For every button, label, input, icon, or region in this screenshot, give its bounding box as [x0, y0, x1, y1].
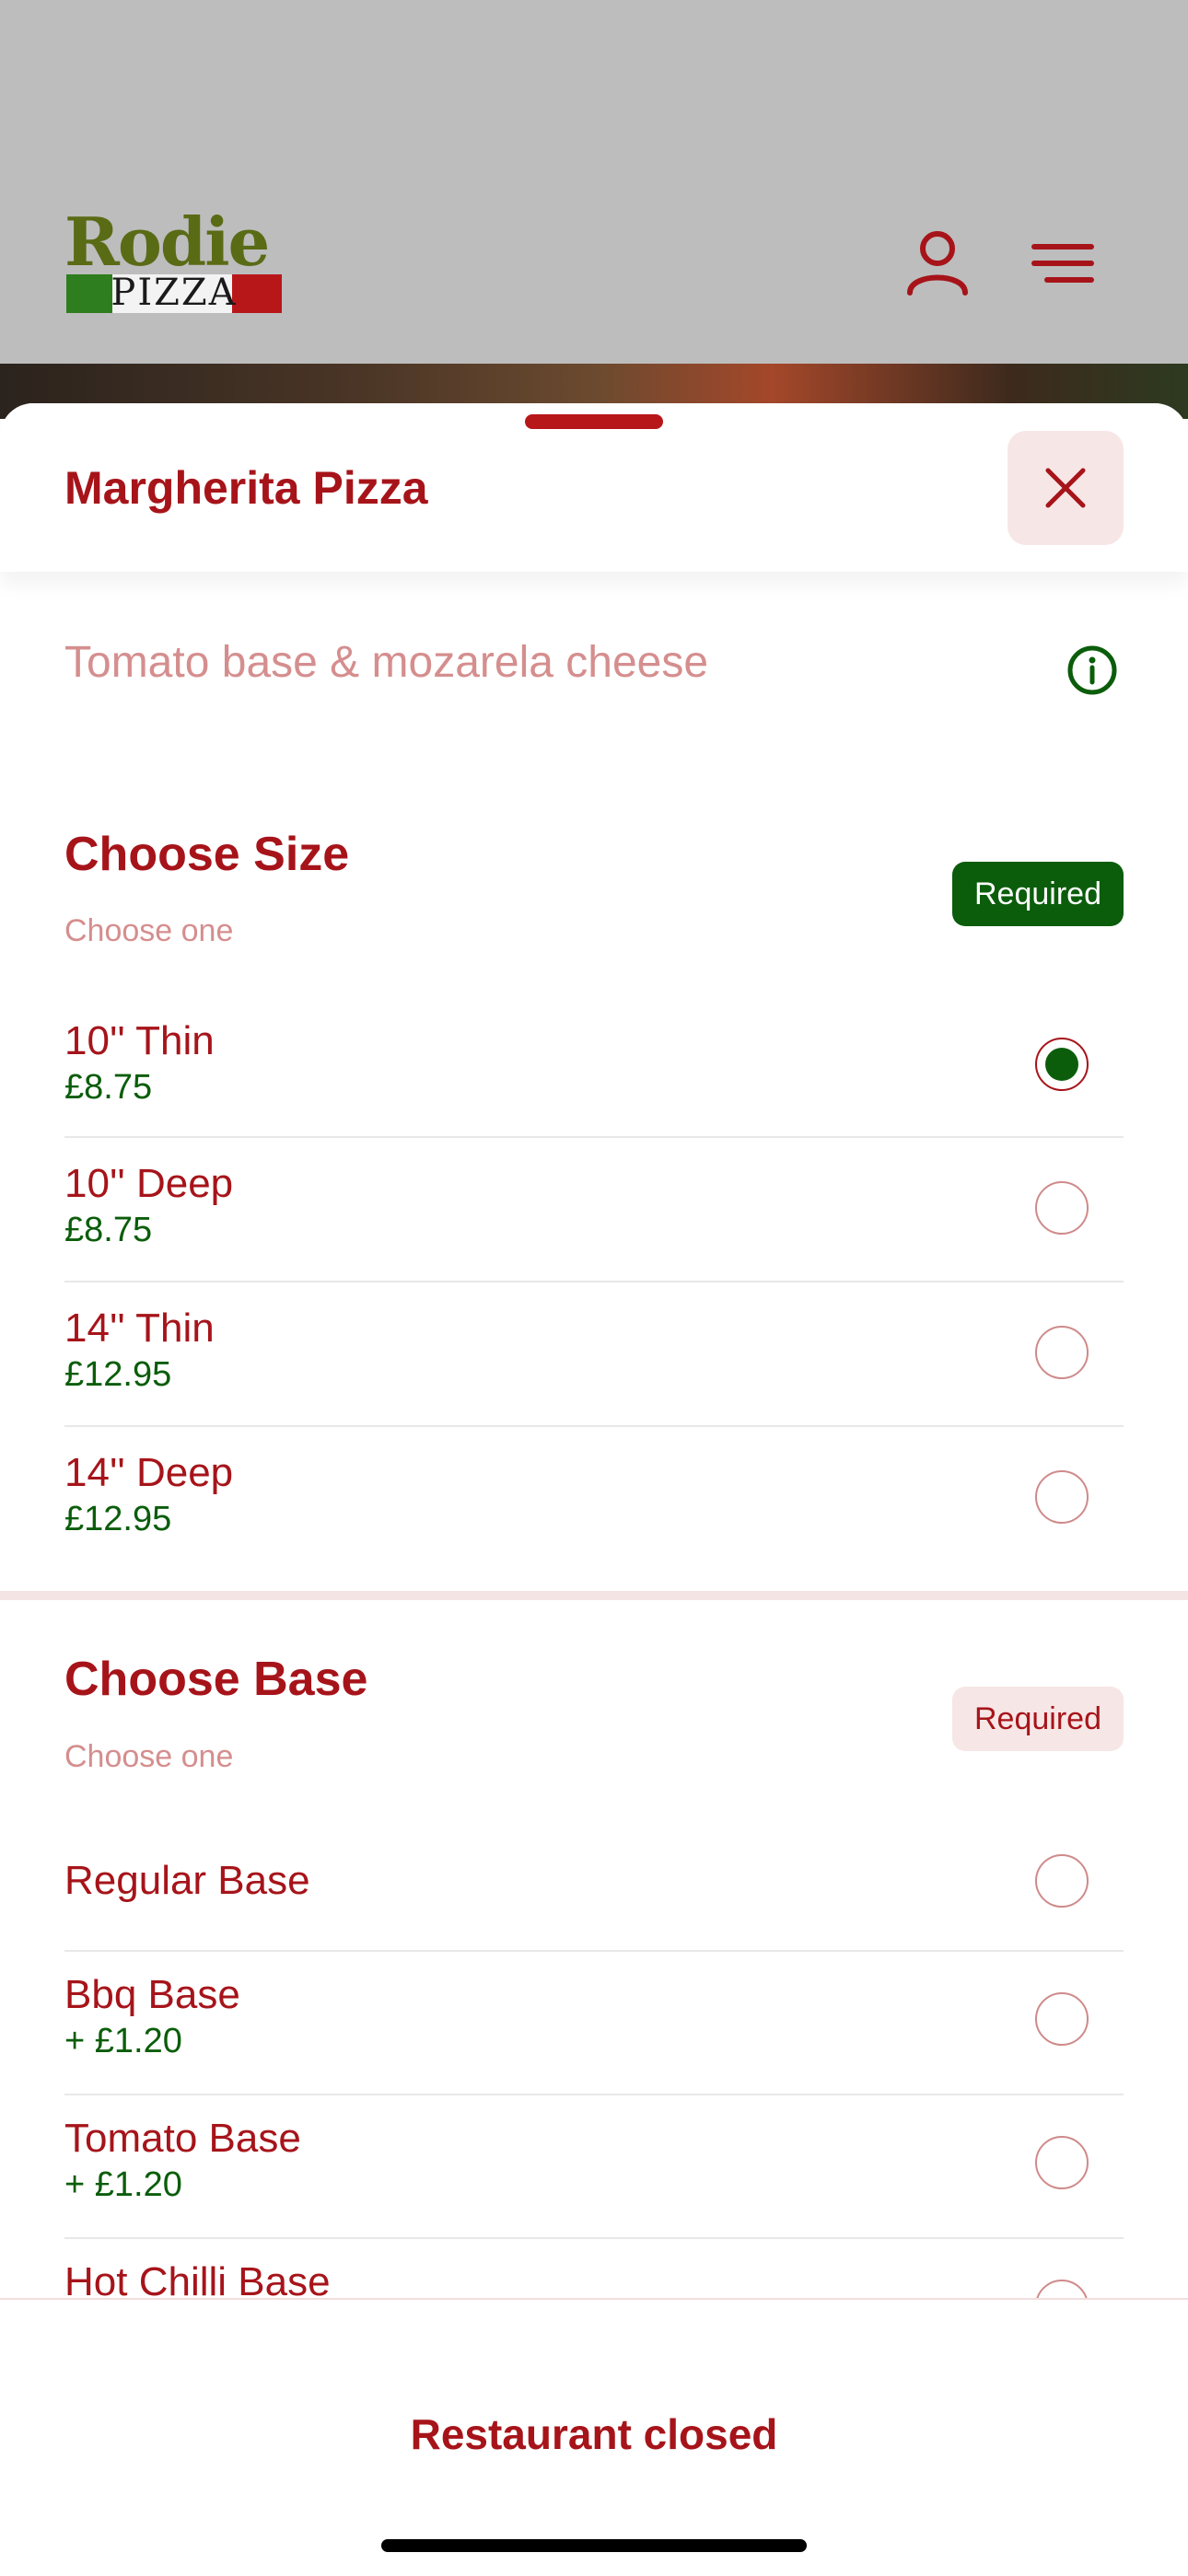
size-section-title: Choose Size [64, 828, 350, 881]
option-price: £12.95 [64, 1355, 172, 1394]
size-option-14-thin[interactable]: 14'' Thin £12.95 [64, 1282, 1124, 1427]
logo-subtitle: PIZZA [111, 272, 238, 314]
option-name: 10'' Deep [64, 1161, 234, 1206]
required-badge-size: Required [952, 862, 1124, 926]
radio-selected[interactable] [1035, 1038, 1089, 1091]
radio-unselected[interactable] [1035, 1470, 1089, 1524]
user-icon[interactable] [901, 226, 974, 300]
sheet-grabber-handle[interactable] [525, 414, 663, 429]
home-indicator [381, 2539, 807, 2552]
option-price: + £1.20 [64, 2165, 182, 2204]
base-option-regular[interactable]: Regular Base [64, 1806, 1124, 1952]
info-icon[interactable] [1066, 644, 1118, 696]
restaurant-closed-label: Restaurant closed [410, 2410, 778, 2458]
required-badge-base: Required [952, 1687, 1124, 1751]
base-option-tomato[interactable]: Tomato Base + £1.20 [64, 2094, 1124, 2239]
option-price: £8.75 [64, 1068, 153, 1107]
size-option-10-deep[interactable]: 10'' Deep £8.75 [64, 1137, 1124, 1282]
close-icon [1045, 468, 1086, 508]
option-name: Tomato Base [64, 2116, 301, 2161]
hamburger-menu-icon[interactable] [1027, 226, 1101, 300]
size-section-subtitle: Choose one [64, 913, 234, 948]
base-option-bbq[interactable]: Bbq Base + £1.20 [64, 1950, 1124, 2095]
option-price: £8.75 [64, 1211, 153, 1249]
radio-unselected[interactable] [1035, 1992, 1089, 2046]
option-name: Regular Base [64, 1858, 310, 1903]
base-section-subtitle: Choose one [64, 1739, 234, 1774]
option-name: 14'' Deep [64, 1450, 234, 1495]
option-price: £12.95 [64, 1500, 172, 1538]
product-description: Tomato base & mozarela cheese [64, 638, 709, 687]
radio-unselected[interactable] [1035, 1854, 1089, 1908]
section-divider [0, 1591, 1188, 1600]
size-option-10-thin[interactable]: 10'' Thin £8.75 [64, 992, 1124, 1138]
radio-unselected[interactable] [1035, 1181, 1089, 1235]
base-section-title: Choose Base [64, 1653, 368, 1706]
logo-wordmark: Rodie [64, 203, 270, 281]
close-button[interactable] [1007, 431, 1124, 545]
radio-unselected[interactable] [1035, 1326, 1089, 1379]
option-name: 14'' Thin [64, 1305, 215, 1351]
radio-unselected[interactable] [1035, 2136, 1089, 2189]
rodie-pizza-logo[interactable]: Rodie PIZZA [64, 203, 285, 314]
option-name: 10'' Thin [64, 1018, 215, 1063]
size-option-14-deep[interactable]: 14'' Deep £12.95 [64, 1426, 1124, 1570]
option-price: + £1.20 [64, 2022, 182, 2060]
option-name: Bbq Base [64, 1972, 240, 2017]
product-title: Margherita Pizza [64, 462, 428, 514]
